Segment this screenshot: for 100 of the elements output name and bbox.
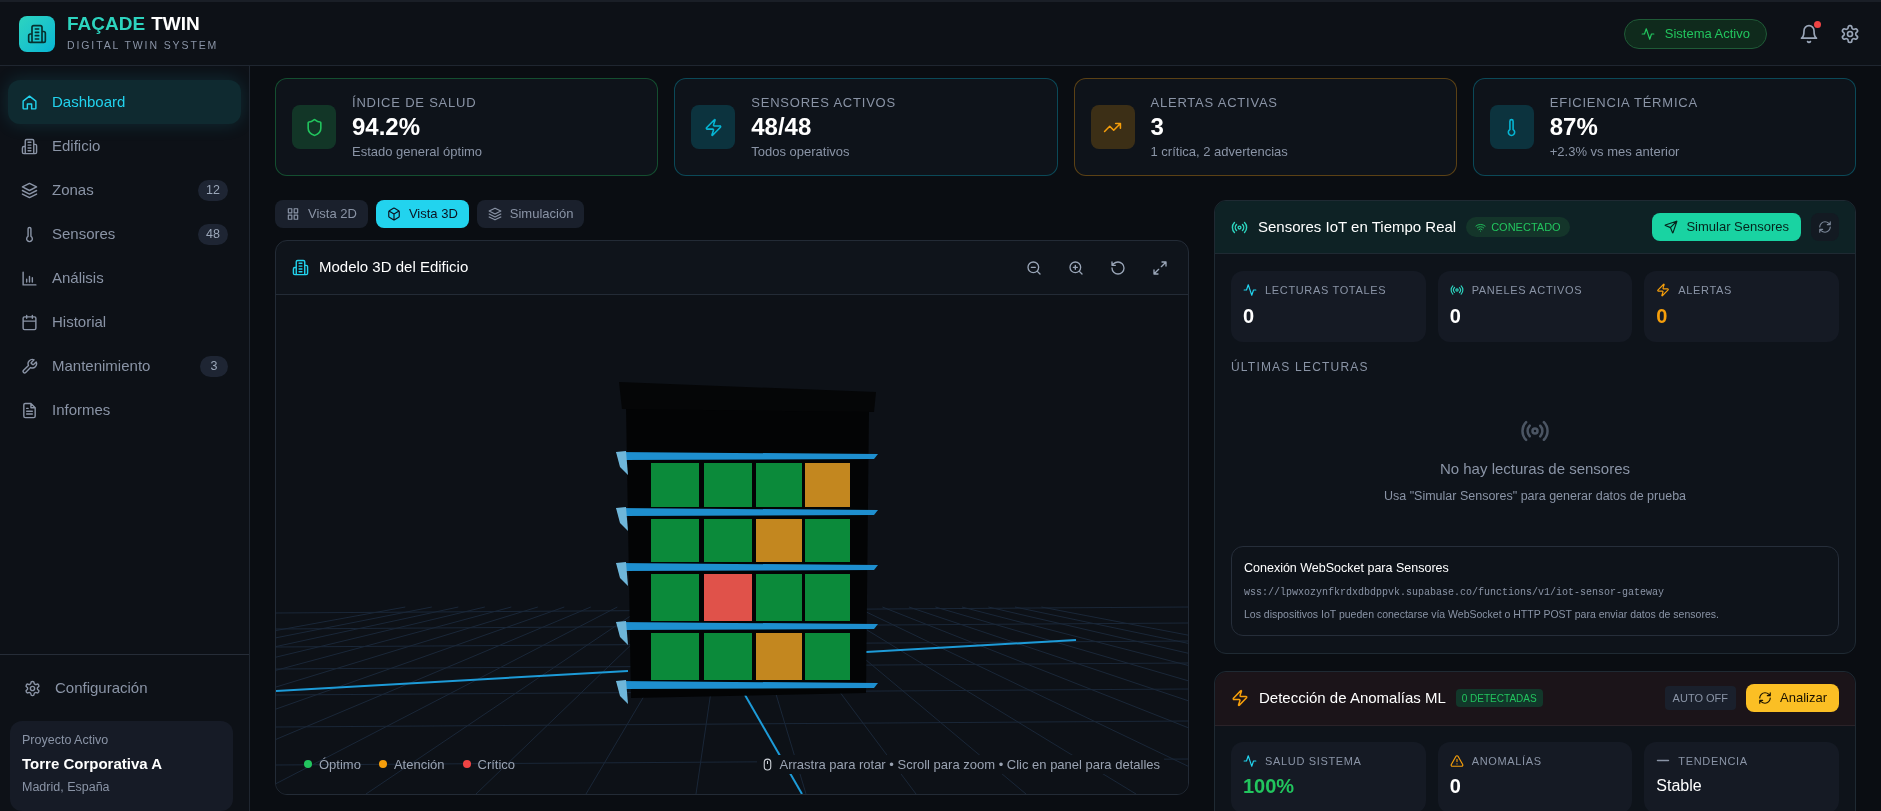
metric-label: ANOMALÍAS bbox=[1471, 753, 1542, 769]
brand-name: FAÇADE bbox=[67, 13, 146, 36]
stat-note: Estado general óptimo bbox=[352, 143, 483, 161]
project-location: Madrid, España bbox=[22, 779, 111, 797]
cube-icon bbox=[386, 207, 401, 221]
dash-icon bbox=[1656, 759, 1671, 763]
facade-panel[interactable] bbox=[651, 574, 699, 621]
facade-panel[interactable] bbox=[704, 463, 752, 507]
refresh-button[interactable] bbox=[1811, 213, 1839, 241]
sidebar-label: Mantenimiento bbox=[52, 355, 152, 376]
stat-note: Todos operativos bbox=[751, 143, 851, 161]
facade-panel[interactable] bbox=[805, 574, 850, 621]
sidebar-item[interactable]: Sensores 48 bbox=[8, 212, 241, 256]
metric-label: PANELES ACTIVOS bbox=[1471, 283, 1583, 298]
status-text: Sistema Activo bbox=[1664, 24, 1750, 43]
count-badge: 48 bbox=[198, 223, 228, 245]
activity-icon bbox=[1640, 26, 1655, 41]
facade-panel[interactable] bbox=[756, 633, 802, 680]
legend-label: Atención bbox=[393, 755, 445, 774]
sidebar-item[interactable]: Historial bbox=[8, 300, 241, 344]
document-icon bbox=[21, 401, 38, 419]
sidebar-item[interactable]: Zonas 12 bbox=[8, 168, 241, 212]
count-badge: 3 bbox=[200, 355, 228, 377]
sidebar-label: Informes bbox=[52, 399, 112, 420]
metric-value: 0 bbox=[1656, 303, 1669, 328]
settings-icon bbox=[1840, 23, 1860, 44]
metric-value: 0 bbox=[1449, 303, 1462, 328]
sidebar-item[interactable]: Dashboard bbox=[8, 80, 241, 124]
facade-panel[interactable] bbox=[704, 633, 752, 680]
stat-note: 1 crítica, 2 advertencias bbox=[1150, 143, 1288, 161]
view-tab[interactable]: Vista 2D bbox=[275, 200, 368, 228]
view-tab[interactable]: Simulación bbox=[476, 200, 585, 228]
facade-panel[interactable] bbox=[651, 463, 699, 507]
metric-label: TENDENCIA bbox=[1678, 753, 1748, 769]
facade-panel[interactable] bbox=[651, 633, 699, 680]
websocket-title: Conexión WebSocket para Sensores bbox=[1244, 560, 1450, 577]
sidebar-item[interactable]: Informes bbox=[8, 388, 241, 432]
sidebar-item[interactable]: Análisis bbox=[8, 256, 241, 300]
empty-title: No hay lecturas de sensores bbox=[1439, 459, 1631, 480]
brand-subtitle: DIGITAL TWIN SYSTEM bbox=[67, 38, 219, 54]
calendar-icon bbox=[21, 313, 38, 331]
facade-panel[interactable] bbox=[805, 463, 850, 507]
sidebar-label: Zonas bbox=[52, 179, 95, 200]
sidebar-label: Dashboard bbox=[52, 91, 127, 112]
stat-label: ALERTAS ACTIVAS bbox=[1150, 93, 1279, 112]
empty-hint: Usa "Simular Sensores" para generar datos de prueba bbox=[1383, 487, 1687, 505]
facade-panel[interactable] bbox=[756, 519, 802, 562]
project-caption: Proyecto Activo bbox=[22, 732, 110, 749]
fullscreen-icon bbox=[1152, 259, 1168, 276]
stat-value: 3 bbox=[1150, 112, 1165, 142]
stat-note: +2.3% vs mes anterior bbox=[1549, 143, 1681, 161]
wrench-icon bbox=[21, 357, 38, 375]
facade-panel[interactable] bbox=[704, 574, 752, 621]
stat-label: ÍNDICE DE SALUD bbox=[352, 93, 478, 112]
refresh-icon bbox=[1818, 220, 1832, 234]
legend-label: Crítico bbox=[477, 755, 516, 774]
metric-value: 100% bbox=[1243, 774, 1296, 798]
bell-icon bbox=[1799, 23, 1819, 44]
facade-panel[interactable] bbox=[805, 633, 850, 680]
stat-value: 94.2% bbox=[352, 112, 422, 142]
layers-icon bbox=[21, 181, 38, 199]
analyze-button[interactable]: Analizar bbox=[1746, 684, 1839, 712]
viewer-title: Modelo 3D del Edificio bbox=[319, 257, 470, 278]
sidebar-item[interactable]: Mantenimiento 3 bbox=[8, 344, 241, 388]
count-badge: 12 bbox=[198, 179, 228, 201]
settings-link[interactable]: Configuración bbox=[10, 669, 239, 707]
pulse-icon bbox=[1243, 753, 1257, 768]
zoom-in-icon bbox=[1068, 259, 1084, 276]
simulate-button[interactable]: Simular Sensores bbox=[1652, 213, 1801, 241]
viewer-hint: Arrastra para rotar • Scroll para zoom • Clic en panel para detalles bbox=[779, 755, 1160, 774]
metric-value: 0 bbox=[1243, 303, 1256, 328]
view-tab[interactable]: Vista 3D bbox=[375, 200, 469, 228]
project-name: Torre Corporativa A bbox=[22, 753, 164, 774]
sidebar-label: Análisis bbox=[52, 267, 105, 288]
sidebar-label: Edificio bbox=[52, 135, 102, 156]
sidebar-label: Historial bbox=[52, 311, 108, 332]
facade-panel[interactable] bbox=[756, 574, 802, 621]
metric-label: SALUD SISTEMA bbox=[1265, 753, 1362, 769]
facade-panel[interactable] bbox=[805, 519, 850, 562]
stat-value: 48/48 bbox=[751, 112, 813, 142]
home-icon bbox=[21, 93, 38, 111]
building-icon bbox=[292, 259, 309, 276]
count-badge: 0 DETECTADAS bbox=[1455, 689, 1543, 707]
sidebar-label: Sensores bbox=[52, 223, 117, 244]
sidebar-item[interactable]: Edificio bbox=[8, 124, 241, 168]
panel-title: Detección de Anomalías ML bbox=[1259, 687, 1446, 708]
facade-panel[interactable] bbox=[756, 463, 802, 507]
lightning-icon bbox=[1231, 689, 1249, 707]
reset-view-icon bbox=[1110, 259, 1126, 276]
building-icon bbox=[27, 23, 47, 44]
panel-title: Sensores IoT en Tiempo Real bbox=[1258, 216, 1457, 237]
section-heading: ÚLTIMAS LECTURAS bbox=[1231, 358, 1370, 376]
zoom-out-icon bbox=[1026, 259, 1042, 276]
facade-panel[interactable] bbox=[651, 519, 699, 562]
websocket-note: Los dispositivos IoT pueden conectarse vía WebSocket o HTTP POST para enviar datos de sensores. bbox=[1244, 606, 1720, 622]
auto-toggle[interactable]: AUTO OFF bbox=[1664, 686, 1737, 710]
stat-value: 87% bbox=[1549, 112, 1599, 142]
metric-label: ALERTAS bbox=[1678, 283, 1733, 298]
facade-panel[interactable] bbox=[704, 519, 752, 562]
wifi-icon bbox=[1475, 221, 1487, 233]
